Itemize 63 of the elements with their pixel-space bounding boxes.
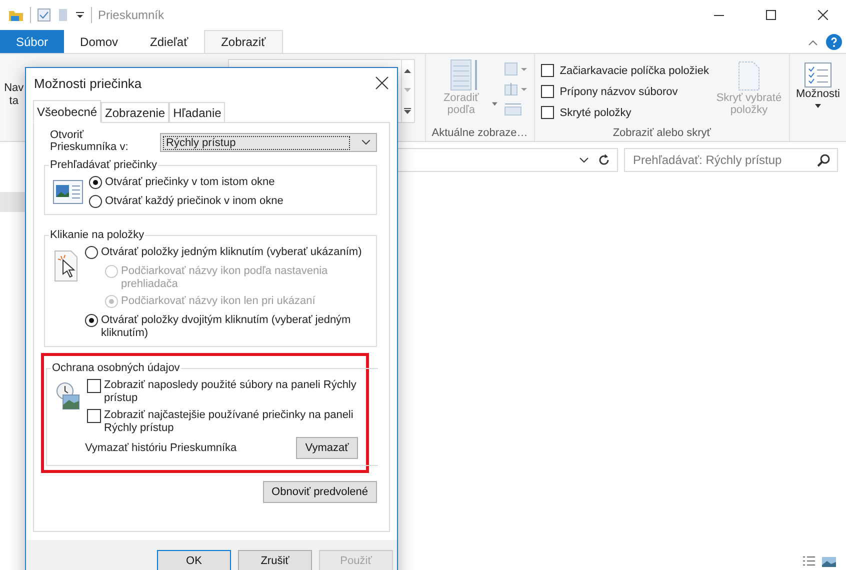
large-icons-view-icon — [822, 556, 836, 568]
clear-button[interactable]: Vymazať — [296, 437, 358, 459]
size-columns-icon — [504, 102, 522, 116]
ribbon-button-label: ta — [9, 95, 18, 108]
radio-option[interactable]: Otvárať položky jedným kliknutím (vyberať ukázaním) — [85, 246, 368, 259]
search-icon — [817, 153, 831, 167]
radio-option[interactable]: Otvárať každý priečinok v inom okne — [89, 195, 368, 208]
click-icon — [53, 250, 79, 282]
details-view-icon — [802, 556, 816, 568]
radio-button[interactable] — [85, 314, 98, 327]
window-icon — [53, 180, 83, 204]
restore-defaults-button[interactable]: Obnoviť predvolené — [262, 481, 377, 503]
clear-history-label: Vymazať históriu Prieskumníka — [85, 442, 237, 454]
more-icon — [404, 108, 412, 114]
dialog-button[interactable]: Zrušiť — [238, 550, 312, 570]
field-label: Otvoriť Prieskumníka v: — [50, 129, 130, 153]
help-icon[interactable] — [826, 34, 842, 50]
add-columns-icon — [504, 82, 528, 96]
maximize-icon — [766, 10, 776, 20]
window-title: Prieskumník — [98, 8, 164, 22]
checkbox[interactable]: Zobraziť naposledy použité súbory na paneli Rýchly prístup — [87, 379, 360, 405]
dialog-tab[interactable]: Hľadanie — [169, 102, 226, 123]
radio-button[interactable] — [89, 195, 102, 208]
scroll-up-icon — [404, 68, 412, 73]
history-icon — [55, 381, 81, 411]
radio-option[interactable]: Otvárať položky dvojitým kliknutím (vyberať jedným kliknutím) — [85, 314, 368, 340]
search-field[interactable]: Prehľadávať: Rýchly prístup — [624, 148, 838, 172]
checkbox[interactable]: Začiarkavacie políčka položiek — [540, 60, 709, 81]
checkbox[interactable]: Zobraziť najčastejšie používané priečinky na paneli Rýchly prístup — [87, 409, 360, 435]
radio-button[interactable] — [85, 246, 98, 259]
dialog-title: Možnosti priečinka — [34, 76, 142, 90]
options-icon — [804, 62, 832, 88]
open-in-dropdown[interactable]: Rýchly prístup — [160, 133, 377, 152]
radio-option[interactable]: Otvárať priečinky v tom istom okne — [89, 176, 368, 189]
radio-button[interactable] — [89, 176, 102, 189]
group-title: Ochrana osobných údajov — [51, 362, 181, 374]
dialog-tab[interactable]: Všeobecné — [33, 100, 102, 123]
scroll-down-icon — [404, 88, 412, 93]
ribbon-tab[interactable]: Zdieľať — [134, 30, 204, 53]
chevron-down-icon — [362, 140, 370, 145]
dialog-button[interactable]: OK — [157, 550, 231, 570]
checkbox[interactable]: Skryté položky — [540, 102, 709, 123]
properties-icon — [37, 8, 51, 22]
close-icon[interactable] — [375, 76, 389, 90]
group-label: Zobraziť alebo skryť — [612, 127, 712, 139]
group-title: Klikanie na položky — [49, 229, 146, 241]
close-icon — [818, 10, 828, 20]
collapse-ribbon-icon — [808, 38, 818, 46]
ribbon-button-label: Nav — [4, 82, 24, 95]
refresh-icon[interactable] — [597, 153, 611, 167]
ribbon-tab[interactable]: Zobraziť — [204, 30, 283, 53]
group-label: Aktuálne zobraze… — [432, 127, 528, 139]
checkbox[interactable]: Prípony názvov súborov — [540, 81, 709, 102]
options-button[interactable]: Možnosti — [796, 58, 840, 108]
hide-icon — [736, 60, 761, 92]
caret-icon — [814, 104, 821, 108]
caret-icon — [492, 102, 498, 106]
group-title: Prehľadávať priečinky — [49, 159, 158, 171]
group-by-icon — [504, 62, 528, 76]
chevron-down-icon — [579, 156, 589, 164]
dialog-tab[interactable]: Zobrazenie — [101, 102, 170, 123]
ribbon-tab[interactable]: Domov — [64, 30, 134, 53]
ribbon-tab[interactable]: Súbor — [0, 30, 64, 53]
